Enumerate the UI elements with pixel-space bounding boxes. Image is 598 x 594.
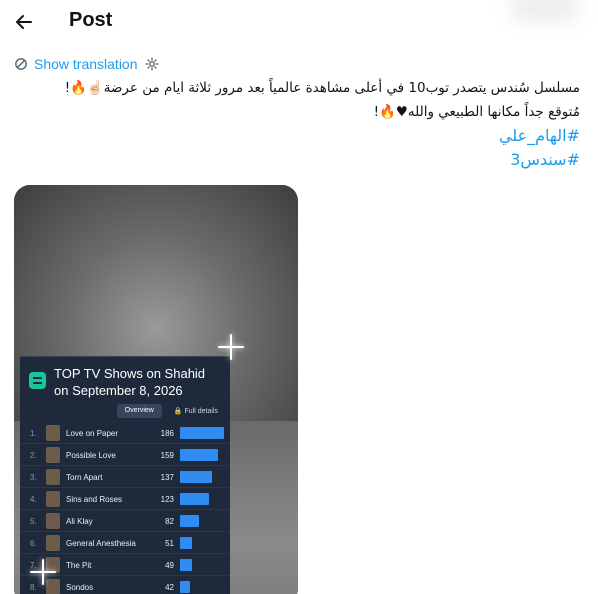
show-poster <box>46 425 60 441</box>
show-title: General Anesthesia <box>66 539 136 548</box>
show-title: Love on Paper <box>66 429 119 438</box>
views-bar <box>180 515 199 527</box>
chart-rank: 2. <box>30 451 37 460</box>
post-text-line-2: مُتوقع جداً مكانها الطبيعي والله♥🔥! <box>373 104 580 120</box>
post-media-image[interactable]: TOP TV Shows on Shahid on September 8, 2… <box>14 185 298 594</box>
show-title: The Pit <box>66 561 92 570</box>
chart-row: 1. Love on Paper 186 <box>20 422 230 444</box>
chart-rank: 4. <box>30 495 37 504</box>
show-views: 82 <box>165 517 174 526</box>
show-title: Sins and Roses <box>66 495 123 504</box>
chart-row: 3. Torn Apart 137 <box>20 466 230 488</box>
gear-icon <box>145 57 158 71</box>
show-poster <box>46 469 60 485</box>
chart-rank: 1. <box>30 429 37 438</box>
show-title: Possible Love <box>66 451 116 460</box>
views-bar <box>180 537 192 549</box>
show-title: Torn Apart <box>66 473 103 482</box>
hashtag-link[interactable]: #سندس3 <box>20 148 580 172</box>
show-translation-link[interactable]: Show translation <box>34 56 138 72</box>
show-poster <box>46 447 60 463</box>
show-poster <box>46 491 60 507</box>
hashtag-link[interactable]: #الهام_علي <box>20 124 580 148</box>
chart-title-line-1: TOP TV Shows on Shahid <box>54 366 206 381</box>
views-bar <box>180 559 192 571</box>
back-button[interactable] <box>6 4 42 40</box>
chart-rank: 6. <box>30 539 37 548</box>
chart-rank: 5. <box>30 517 37 526</box>
arrow-left-icon <box>16 15 32 29</box>
show-title: Sondos <box>66 583 94 592</box>
chart-rank: 3. <box>30 473 37 482</box>
show-views: 123 <box>160 495 174 504</box>
show-poster <box>46 535 60 551</box>
views-bar <box>180 581 190 593</box>
post-text-line-1: مسلسل سُندس يتصدر توب10 في أعلى مشاهدة ع… <box>64 80 580 96</box>
chart-title-line-2: on September 8, 2026 <box>54 383 183 398</box>
views-bar <box>180 427 224 439</box>
chart-row: 5. Ali Klay 82 <box>20 510 230 532</box>
show-views: 42 <box>165 583 174 592</box>
page-title: Post <box>69 9 113 31</box>
sparkle-icon <box>218 334 244 360</box>
views-bar <box>180 471 212 483</box>
views-bar <box>180 493 209 505</box>
shahid-logo-icon <box>29 372 46 389</box>
chart-title: TOP TV Shows on Shahid on September 8, 2… <box>54 365 205 399</box>
chart-row: 4. Sins and Roses 123 <box>20 488 230 510</box>
translation-settings-button[interactable] <box>145 57 159 71</box>
blurred-corner <box>510 0 580 22</box>
show-views: 159 <box>160 451 174 460</box>
chart-row: 6. General Anesthesia 51 <box>20 532 230 554</box>
translate-icon <box>15 58 27 70</box>
show-views: 137 <box>160 473 174 482</box>
sparkle-icon <box>30 559 56 585</box>
translation-row: Show translation <box>14 55 159 73</box>
show-views: 49 <box>165 561 174 570</box>
views-bar <box>180 449 218 461</box>
post-header: Post <box>0 0 598 44</box>
tab-overview: Overview <box>116 404 162 418</box>
chart-tabs: Overview 🔒 Full details <box>116 404 226 418</box>
chart-row: 2. Possible Love 159 <box>20 444 230 466</box>
show-views: 186 <box>160 429 174 438</box>
show-views: 51 <box>165 539 174 548</box>
show-poster <box>46 513 60 529</box>
tab-full-details: 🔒 Full details <box>173 408 218 415</box>
show-title: Ali Klay <box>66 517 93 526</box>
post-body: مسلسل سُندس يتصدر توب10 في أعلى مشاهدة ع… <box>20 76 580 172</box>
